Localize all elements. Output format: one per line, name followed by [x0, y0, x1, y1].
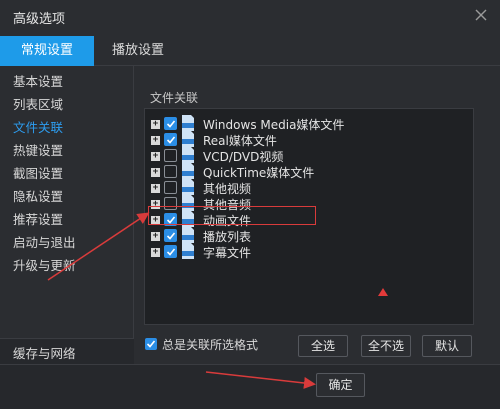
checkbox[interactable]: [164, 229, 177, 242]
checkbox[interactable]: [164, 165, 177, 178]
checkbox[interactable]: [164, 181, 177, 194]
file-icon-list: [181, 227, 195, 243]
checkbox[interactable]: [164, 133, 177, 146]
list-item-label: VCD/DVD视频: [203, 150, 284, 164]
expand-icon[interactable]: +: [151, 248, 160, 257]
annotation-highlight-box: [148, 206, 316, 225]
advanced-options-dialog: 高级选项 常规设置 播放设置 基本设置 列表区域 文件关联 热键设置 截图设置 …: [0, 0, 500, 409]
list-item-label: 字幕文件: [203, 246, 252, 260]
file-icon-asf: [181, 115, 195, 131]
tab-playback-settings[interactable]: 播放设置: [94, 36, 182, 66]
sidebar: 基本设置 列表区域 文件关联 热键设置 截图设置 隐私设置 推荐设置 启动与退出…: [0, 66, 134, 364]
file-icon-qt: [181, 163, 195, 179]
title-bar: 高级选项: [0, 0, 500, 32]
list-item[interactable]: + VCD/DVD视频: [151, 147, 461, 164]
expand-icon[interactable]: +: [151, 136, 160, 145]
list-item-label: Real媒体文件: [203, 134, 277, 148]
list-item-label: Windows Media媒体文件: [203, 118, 345, 132]
annotation-triangle-icon: [378, 288, 388, 296]
close-button[interactable]: [470, 4, 492, 26]
footer: [0, 364, 500, 409]
file-icon-srt: [181, 243, 195, 259]
list-item[interactable]: + 其他视频: [151, 179, 461, 196]
default-button[interactable]: 默认: [422, 335, 472, 357]
sidebar-item-hotkeys[interactable]: 热键设置: [13, 141, 63, 161]
section-label-file-association: 文件关联: [150, 91, 199, 105]
file-icon-dat: [181, 147, 195, 163]
list-item[interactable]: + 字幕文件: [151, 243, 461, 260]
select-none-button[interactable]: 全不选: [361, 335, 411, 357]
expand-icon[interactable]: +: [151, 184, 160, 193]
list-item-label: 其他视频: [203, 182, 252, 196]
sidebar-item-cache-network[interactable]: 缓存与网络: [0, 338, 134, 364]
expand-icon[interactable]: +: [151, 168, 160, 177]
checkbox[interactable]: [164, 149, 177, 162]
list-item[interactable]: + Windows Media媒体文件: [151, 115, 461, 132]
checkbox[interactable]: [164, 245, 177, 258]
file-icon-video: [181, 179, 195, 195]
close-icon: [475, 9, 487, 21]
checkbox[interactable]: [164, 117, 177, 130]
sidebar-item-cache-network-label: 缓存与网络: [13, 346, 76, 361]
always-associate-label: 总是关联所选格式: [162, 338, 259, 352]
window-title: 高级选项: [13, 12, 66, 27]
sidebar-item-screenshot[interactable]: 截图设置: [13, 164, 63, 184]
sidebar-item-startup-exit[interactable]: 启动与退出: [13, 233, 76, 253]
file-icon-rm: [181, 131, 195, 147]
sidebar-item-upgrade[interactable]: 升级与更新: [13, 256, 76, 276]
sidebar-item-basic[interactable]: 基本设置: [13, 72, 63, 92]
list-item-label: 播放列表: [203, 230, 252, 244]
sidebar-item-file-association[interactable]: 文件关联: [13, 118, 63, 138]
list-item[interactable]: + Real媒体文件: [151, 131, 461, 148]
always-associate-checkbox[interactable]: [145, 338, 157, 350]
expand-icon[interactable]: +: [151, 152, 160, 161]
ok-button[interactable]: 确定: [316, 373, 365, 397]
select-all-button[interactable]: 全选: [298, 335, 348, 357]
list-item[interactable]: + QuickTime媒体文件: [151, 163, 461, 180]
sidebar-item-list-area[interactable]: 列表区域: [13, 95, 63, 115]
sidebar-item-recommend[interactable]: 推荐设置: [13, 210, 63, 230]
list-item[interactable]: + 播放列表: [151, 227, 461, 244]
list-item-label: QuickTime媒体文件: [203, 166, 315, 180]
expand-icon[interactable]: +: [151, 232, 160, 241]
tab-general-settings[interactable]: 常规设置: [0, 36, 94, 66]
expand-icon[interactable]: +: [151, 120, 160, 129]
sidebar-item-privacy[interactable]: 隐私设置: [13, 187, 63, 207]
tab-bar: 常规设置 播放设置: [0, 36, 500, 66]
